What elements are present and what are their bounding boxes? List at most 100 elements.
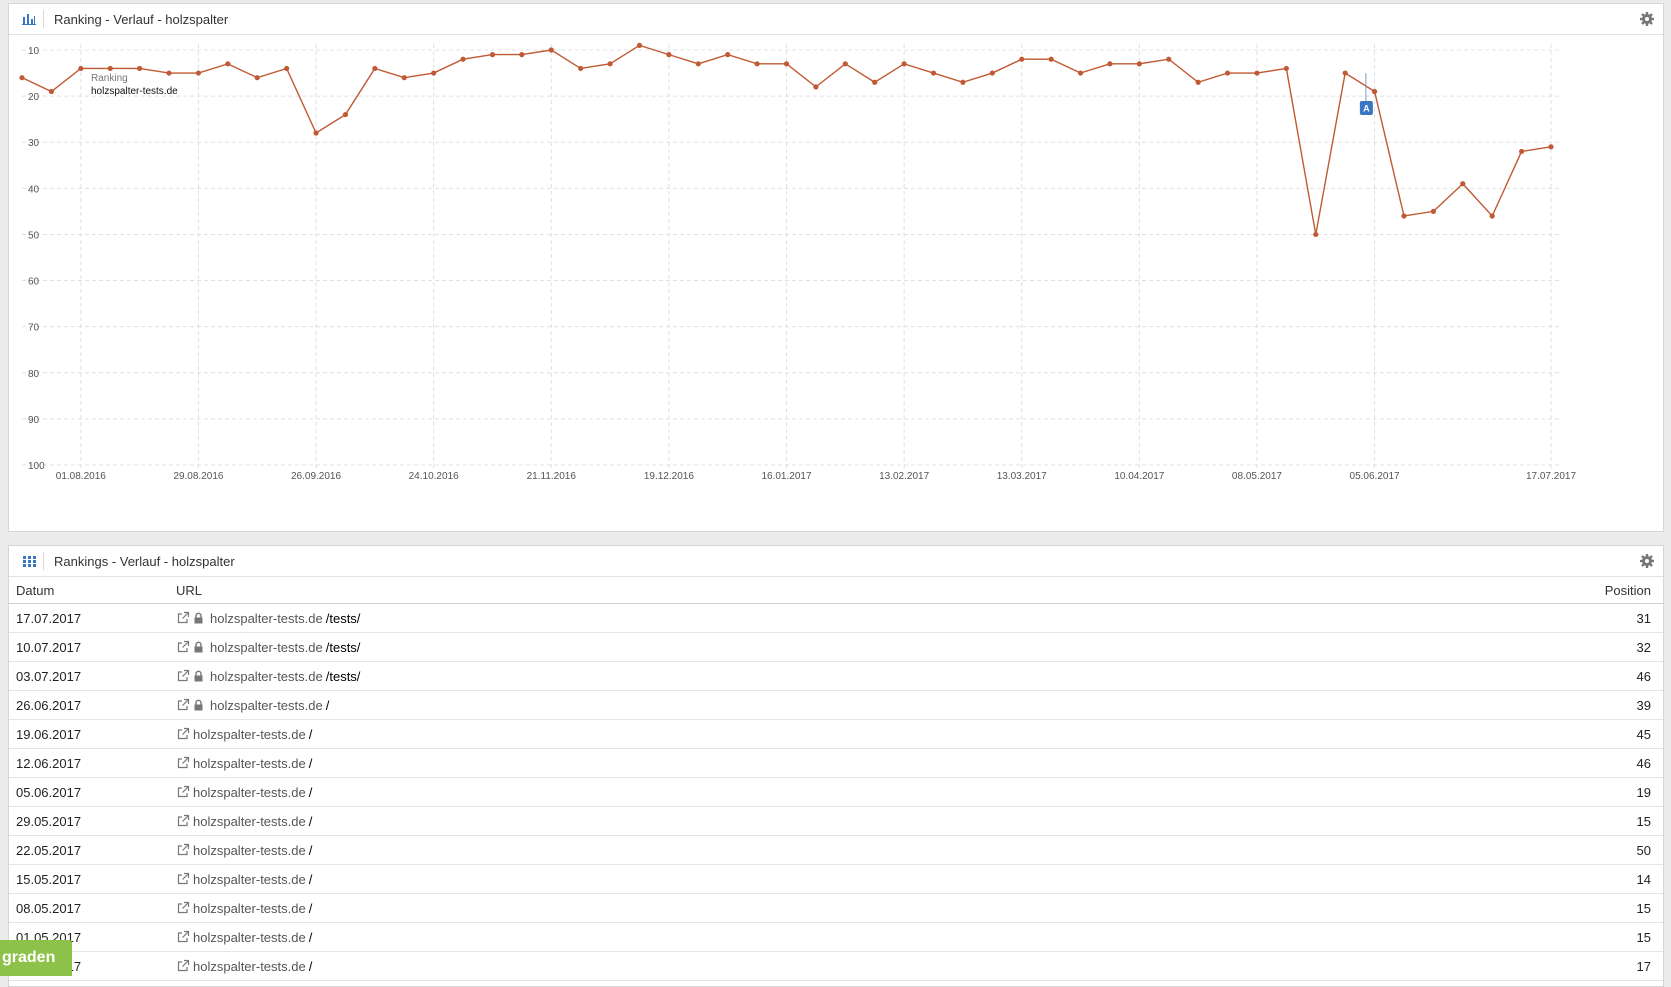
row-position: 46 [1293, 661, 1663, 691]
url-domain-link[interactable]: holzspalter-tests.de [193, 901, 306, 916]
external-link-icon[interactable] [176, 959, 190, 973]
data-point [1136, 61, 1142, 67]
y-tick-label: 30 [28, 138, 40, 149]
table-row: 22.05.2017 holzspalter-tests.de/50 [9, 835, 1663, 865]
row-position: 15 [1293, 806, 1663, 836]
data-point [842, 61, 848, 67]
data-point [342, 111, 349, 118]
row-position: 17 [1293, 951, 1663, 981]
url-path: / [308, 842, 313, 858]
y-tick-label: 70 [28, 323, 40, 334]
data-point [137, 65, 143, 72]
url-domain-link[interactable]: holzspalter-tests.de [193, 843, 306, 858]
url-domain-link[interactable]: holzspalter-tests.de [193, 959, 306, 974]
data-point [1460, 181, 1466, 187]
url-domain-link[interactable]: holzspalter-tests.de [193, 930, 306, 945]
row-url: holzspalter-tests.de/tests/ [169, 603, 1294, 633]
lock-icon [194, 612, 203, 624]
data-point [901, 61, 907, 67]
data-point [1224, 70, 1231, 76]
data-point [548, 47, 554, 53]
external-link-icon[interactable] [176, 930, 190, 944]
column-header-position[interactable]: Position [1293, 577, 1663, 604]
upgrade-button-label: graden [2, 949, 56, 966]
row-position: 31 [1293, 603, 1663, 633]
data-point [1254, 70, 1260, 76]
bar-chart-icon [15, 10, 44, 28]
row-url: holzspalter-tests.de/tests/ [169, 632, 1294, 662]
table-panel-header: Rankings - Verlauf - holzspalter [9, 546, 1663, 577]
url-path: / [308, 726, 313, 742]
data-point [313, 130, 319, 136]
data-point [1313, 231, 1319, 238]
external-link-icon[interactable] [176, 611, 190, 625]
url-path: / [325, 697, 330, 713]
row-url: holzspalter-tests.de/tests/ [169, 661, 1294, 691]
url-path: /tests/ [325, 610, 361, 626]
column-header-url[interactable]: URL [169, 577, 1294, 604]
gear-icon[interactable] [1639, 11, 1655, 27]
row-url: holzspalter-tests.de / [169, 951, 1294, 981]
ranking-line-chart: 10 20 30 40 50 60 70 80 90 100 01.08.2016 29.08.201… [19, 42, 1576, 482]
y-tick-label: 80 [28, 369, 40, 380]
table-row: 19.06.2017 holzspalter-tests.de/45 [9, 719, 1663, 749]
column-header-date[interactable]: Datum [9, 577, 169, 604]
data-point [1107, 61, 1113, 67]
url-domain-link[interactable]: holzspalter-tests.de [193, 814, 306, 829]
table-row: 17.07.2017 holzspalter-tests.de/tests/31 [9, 603, 1663, 633]
data-point [872, 79, 878, 85]
url-domain-link[interactable]: holzspalter-tests.de [210, 669, 323, 684]
table-row: 24.04.2017holzspalter-tests.de/17 [9, 951, 1663, 981]
url-domain-link[interactable]: holzspalter-tests.de [210, 611, 323, 626]
url-domain-link[interactable]: holzspalter-tests.de [193, 872, 306, 887]
external-link-icon[interactable] [176, 843, 190, 857]
url-domain-link[interactable]: holzspalter-tests.de [193, 727, 306, 742]
external-link-icon[interactable] [176, 901, 190, 915]
data-point [754, 61, 760, 67]
y-tick-label: 60 [28, 277, 40, 288]
data-point [1195, 79, 1201, 85]
data-point [48, 88, 55, 95]
data-point [666, 52, 672, 58]
data-point [1430, 208, 1436, 214]
x-tick-label: 05.06.2017 [1350, 471, 1400, 482]
data-point [107, 65, 113, 72]
table-row: 12.06.2017 holzspalter-tests.de/46 [9, 748, 1663, 778]
external-link-icon[interactable] [176, 640, 190, 654]
external-link-icon[interactable] [176, 727, 190, 741]
annotation-label: A [1363, 104, 1370, 114]
upgrade-button[interactable]: graden [0, 940, 72, 976]
row-url: holzspalter-tests.de / [169, 835, 1294, 865]
data-point [813, 84, 819, 90]
url-domain-link[interactable]: holzspalter-tests.de [193, 785, 306, 800]
external-link-icon[interactable] [176, 756, 190, 770]
url-domain-link[interactable]: holzspalter-tests.de [210, 640, 323, 655]
row-date: 15.05.2017 [9, 864, 169, 894]
url-domain-link[interactable]: holzspalter-tests.de [193, 756, 306, 771]
external-link-icon[interactable] [176, 669, 190, 683]
x-tick-label: 29.08.2016 [173, 471, 223, 482]
row-position: 39 [1293, 690, 1663, 720]
row-date: 29.05.2017 [9, 806, 169, 836]
external-link-icon[interactable] [176, 785, 190, 799]
external-link-icon[interactable] [176, 698, 190, 712]
table-row: 03.07.2017 holzspalter-tests.de/tests/46 [9, 661, 1663, 691]
row-date: 10.07.2017 [9, 632, 169, 662]
gear-icon[interactable] [1639, 553, 1655, 569]
external-link-icon[interactable] [176, 872, 190, 886]
lock-icon [194, 670, 203, 682]
y-tick-label: 100 [28, 461, 45, 472]
ranking-chart-panel: Ranking - Verlauf - holzspalter 10 20 30 40… [8, 3, 1664, 532]
data-point [372, 65, 378, 72]
row-date: 26.06.2017 [9, 690, 169, 720]
legend-series-name: holzspalter-tests.de [91, 86, 178, 97]
external-link-icon[interactable] [176, 814, 190, 828]
data-point [1548, 144, 1554, 150]
data-point [607, 61, 613, 67]
x-tick-label: 10.04.2017 [1114, 471, 1164, 482]
x-tick-label: 24.10.2016 [409, 471, 459, 482]
data-point [960, 79, 966, 85]
row-position: 15 [1293, 922, 1663, 952]
url-domain-link[interactable]: holzspalter-tests.de [210, 698, 323, 713]
data-point [1019, 56, 1025, 62]
